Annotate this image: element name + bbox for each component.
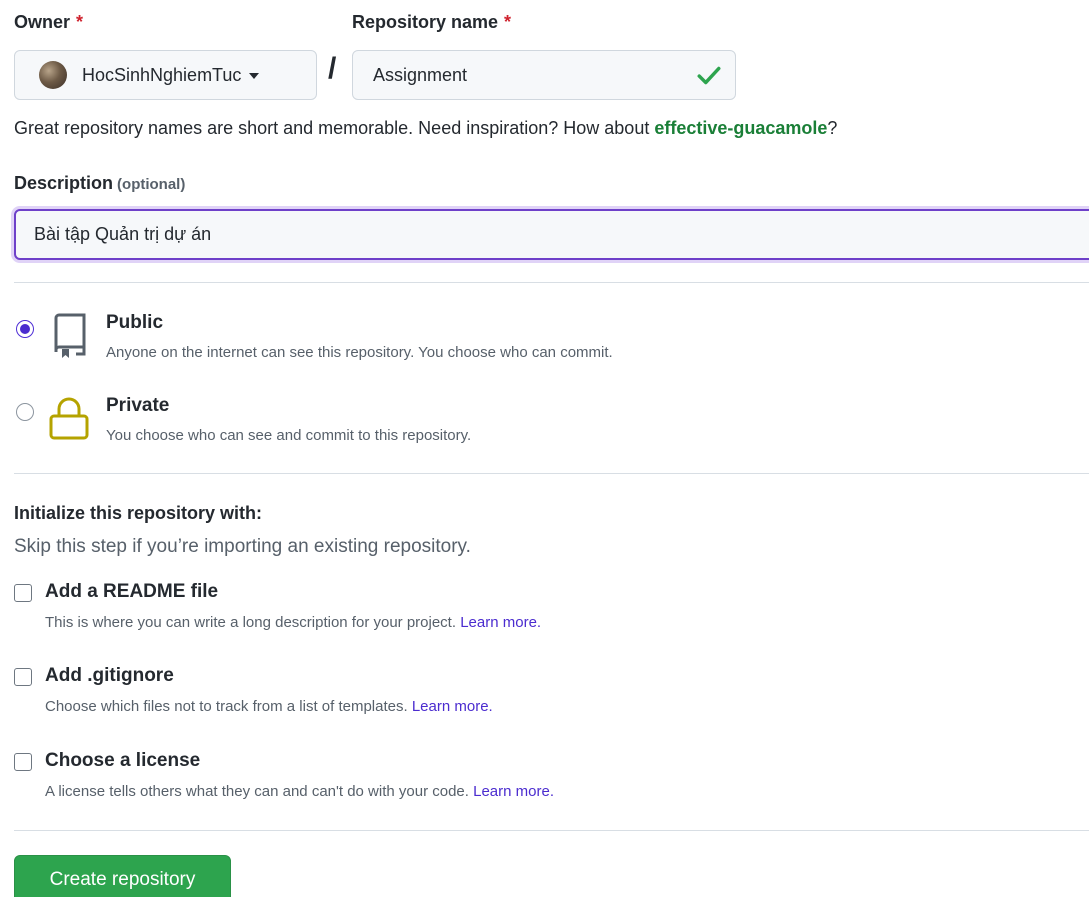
license-checkbox[interactable]: [14, 753, 32, 771]
private-title: Private: [106, 395, 170, 416]
optional-tag: (optional): [117, 176, 186, 193]
description-label-text: Description: [14, 173, 114, 193]
name-suggestion-link[interactable]: effective-guacamole: [654, 118, 827, 138]
hint-end: ?: [827, 118, 838, 138]
repo-icon: [54, 313, 86, 358]
readme-learn-more-link[interactable]: Learn more.: [460, 614, 541, 631]
owner-label-text: Owner: [14, 12, 71, 32]
owner-select-button[interactable]: HocSinhNghiemTuc: [14, 50, 317, 100]
owner-label: Owner *: [14, 12, 83, 33]
license-desc: A license tells others what they can and…: [45, 783, 554, 800]
divider: [14, 830, 1089, 831]
gitignore-checkbox[interactable]: [14, 668, 32, 686]
init-title: Initialize this repository with:: [14, 503, 263, 523]
description-label: Description (optional): [14, 173, 185, 194]
hint-text: Great repository names are short and mem…: [14, 118, 655, 138]
repo-name-input[interactable]: [352, 50, 736, 100]
license-title[interactable]: Choose a license: [45, 750, 200, 772]
lock-icon: [49, 397, 89, 440]
gitignore-desc: Choose which files not to track from a l…: [45, 698, 493, 715]
public-desc: Anyone on the internet can see this repo…: [106, 344, 613, 361]
avatar: [39, 61, 67, 89]
required-mark: *: [504, 12, 512, 32]
gitignore-title[interactable]: Add .gitignore: [45, 665, 174, 687]
owner-repo-separator: /: [328, 52, 337, 85]
repo-name-label: Repository name *: [352, 12, 511, 33]
readme-desc-text: This is where you can write a long descr…: [45, 614, 461, 631]
private-desc: You choose who can see and commit to thi…: [106, 427, 472, 444]
required-mark: *: [76, 12, 84, 32]
license-desc-text: A license tells others what they can and…: [45, 783, 474, 800]
gitignore-learn-more-link[interactable]: Learn more.: [412, 698, 493, 715]
gitignore-desc-text: Choose which files not to track from a l…: [45, 698, 412, 715]
license-learn-more-link[interactable]: Learn more.: [473, 783, 554, 800]
init-subtitle: Skip this step if you’re importing an ex…: [14, 536, 471, 557]
owner-name: HocSinhNghiemTuc: [82, 64, 242, 85]
divider: [14, 473, 1089, 474]
divider: [14, 282, 1089, 283]
caret-down-icon: [249, 73, 260, 79]
create-repository-button[interactable]: Create repository: [14, 855, 231, 897]
description-input[interactable]: [14, 209, 1089, 260]
public-title: Public: [106, 312, 164, 333]
repo-name-hint: Great repository names are short and mem…: [14, 118, 837, 139]
readme-title[interactable]: Add a README file: [45, 581, 218, 603]
public-radio[interactable]: [16, 320, 34, 338]
private-radio[interactable]: [16, 403, 34, 421]
readme-desc: This is where you can write a long descr…: [45, 614, 541, 631]
readme-checkbox[interactable]: [14, 584, 32, 602]
check-icon: [697, 66, 721, 85]
repo-name-label-text: Repository name: [352, 12, 499, 32]
